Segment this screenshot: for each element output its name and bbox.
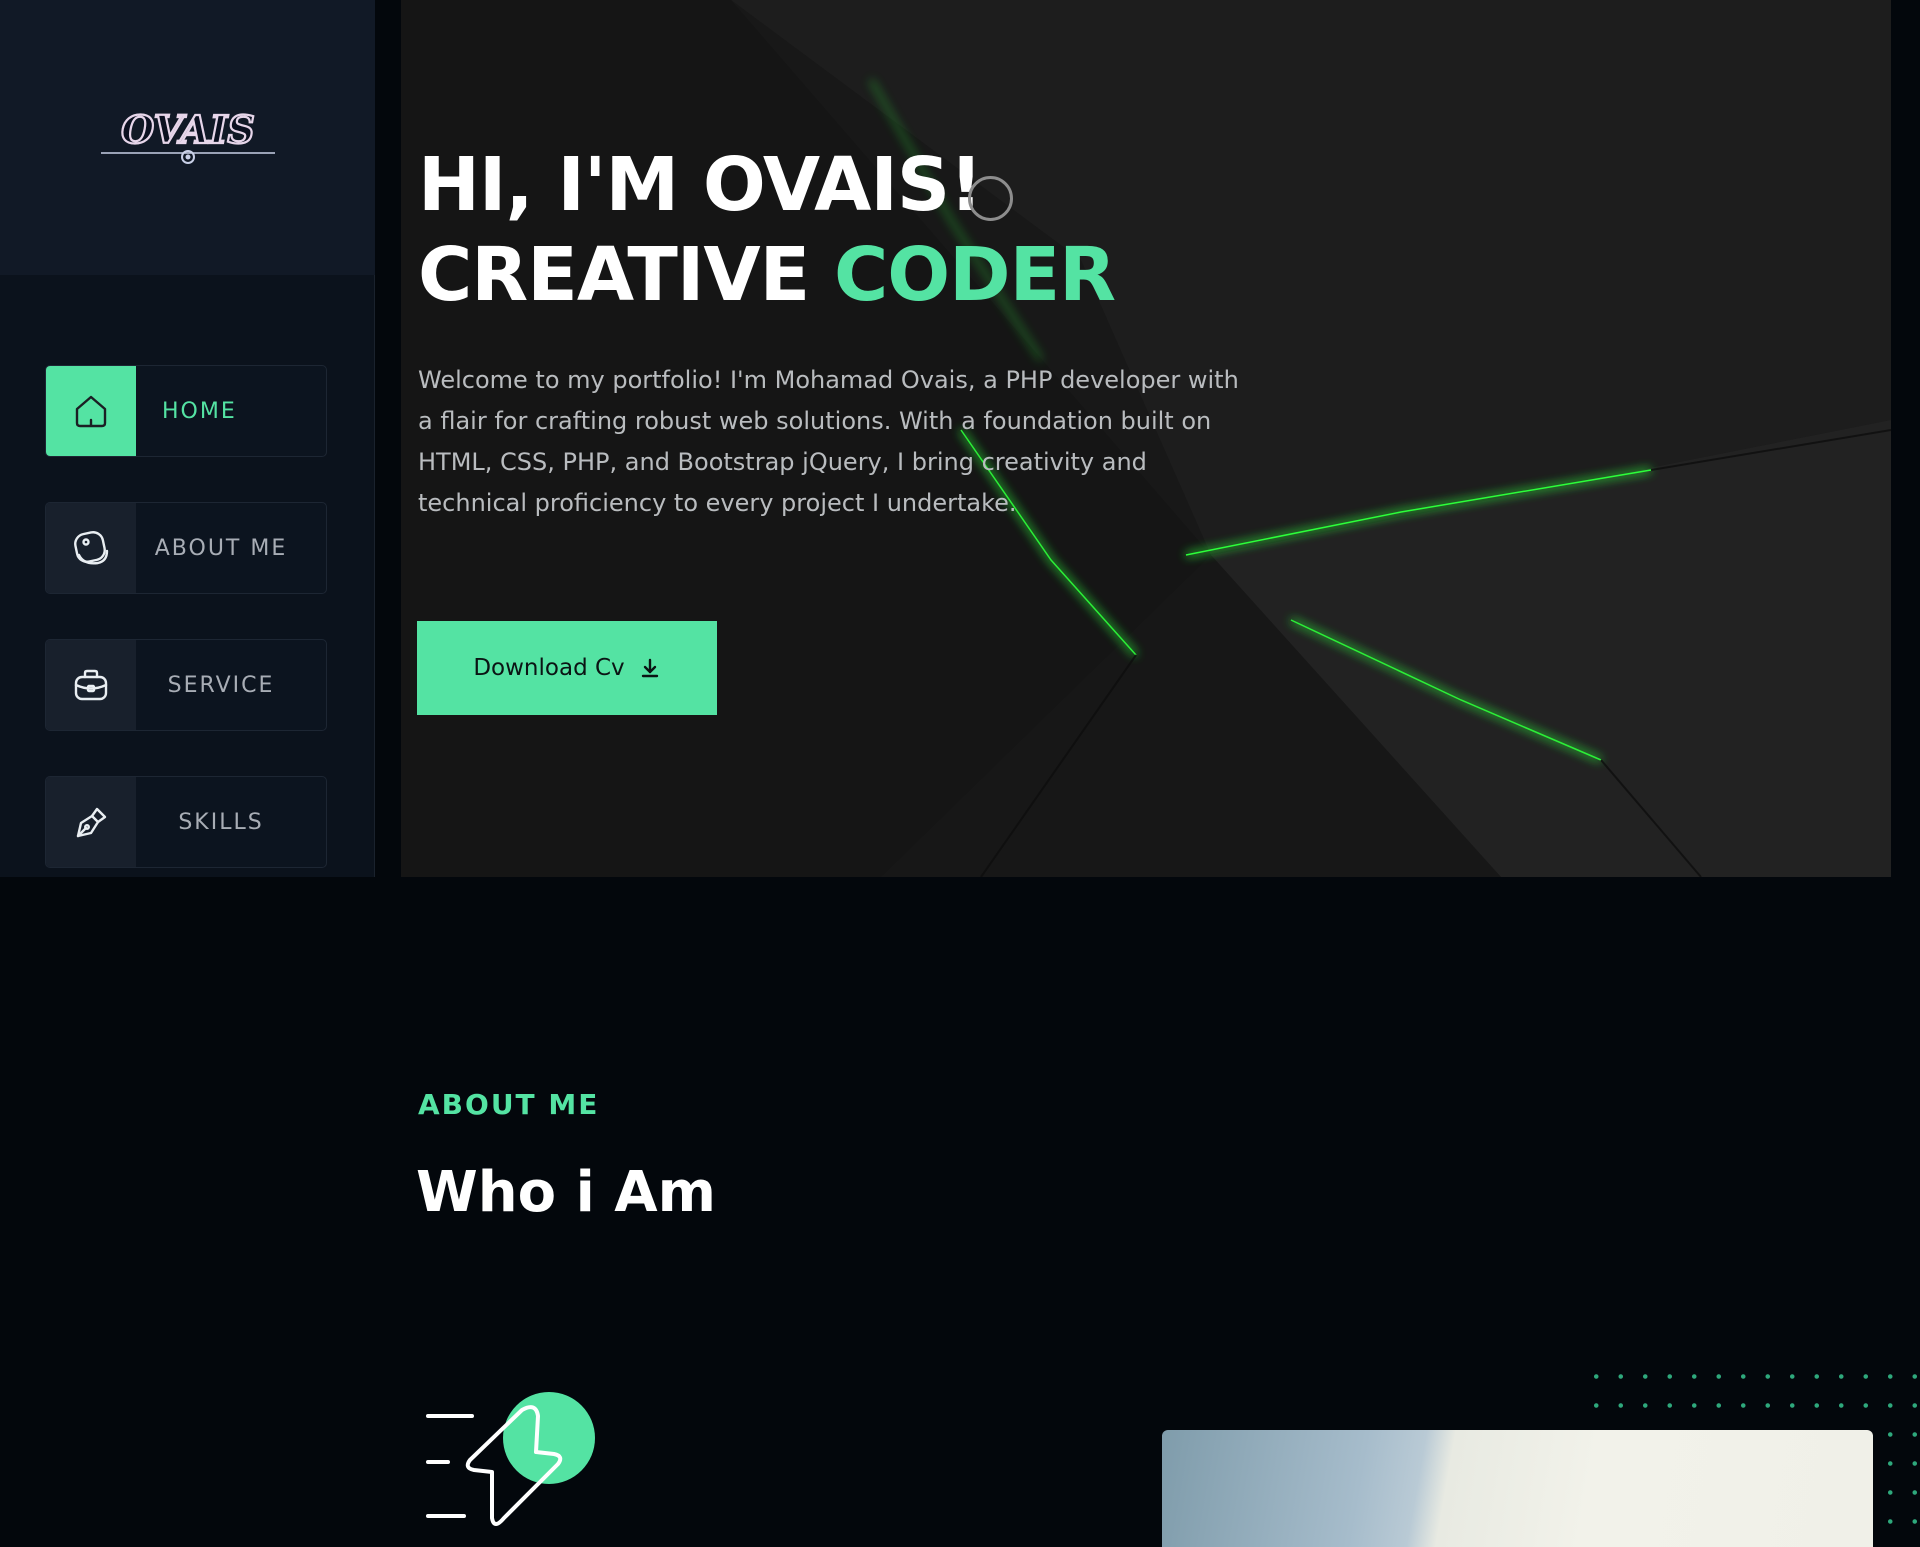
hero-title-prefix: CREATIVE — [418, 232, 810, 318]
user-icon — [74, 531, 109, 565]
sidebar-item-label: HOME — [162, 398, 237, 424]
user-icon-box — [46, 503, 136, 593]
pen-tool-icon-box — [46, 777, 136, 867]
portfolio-page: OVAIS HOME ABOUT ME SERVICE SKILLS HI, I… — [0, 0, 1920, 1547]
sidebar-item-label: SKILLS — [178, 809, 264, 835]
sidebar-item-service[interactable]: SERVICE — [45, 639, 327, 731]
hero-title-accent: CODER — [833, 232, 1116, 318]
svg-text:OVAIS: OVAIS — [121, 107, 255, 152]
about-title: Who i Am — [416, 1160, 716, 1225]
hero-title: HI, I'M OVAIS! CREATIVE CODER — [418, 140, 1116, 320]
decorative-ring-icon — [968, 176, 1013, 221]
briefcase-icon-box — [46, 640, 136, 730]
sidebar-item-about-me[interactable]: ABOUT ME — [45, 502, 327, 594]
sidebar-item-label: ABOUT ME — [154, 535, 288, 561]
sidebar-item-home[interactable]: HOME — [45, 365, 327, 457]
hero-description: Welcome to my portfolio! I'm Mohamad Ova… — [418, 366, 1239, 517]
briefcase-icon — [74, 669, 108, 701]
lightning-speed-icon — [426, 1392, 595, 1526]
sidebar: OVAIS HOME ABOUT ME SERVICE SKILLS — [0, 0, 375, 877]
sidebar-item-skills[interactable]: SKILLS — [45, 776, 327, 868]
home-icon — [75, 395, 107, 428]
download-icon — [641, 658, 658, 678]
logo-area: OVAIS — [0, 0, 375, 275]
pen-tool-icon — [76, 807, 107, 838]
download-cv-button[interactable]: Download Cv — [417, 621, 717, 715]
hero-section: HI, I'M OVAIS! CREATIVE CODER Welcome to… — [401, 0, 1891, 877]
home-icon-box — [46, 366, 136, 456]
logo[interactable]: OVAIS — [99, 107, 277, 169]
about-kicker: ABOUT ME — [418, 1088, 600, 1121]
download-cv-label: Download Cv — [473, 655, 625, 681]
about-photo — [1162, 1430, 1873, 1547]
hero-title-line1: HI, I'M OVAIS! — [418, 142, 983, 228]
sidebar-item-label: SERVICE — [167, 672, 275, 698]
sidebar-nav: HOME ABOUT ME SERVICE SKILLS — [45, 365, 327, 913]
